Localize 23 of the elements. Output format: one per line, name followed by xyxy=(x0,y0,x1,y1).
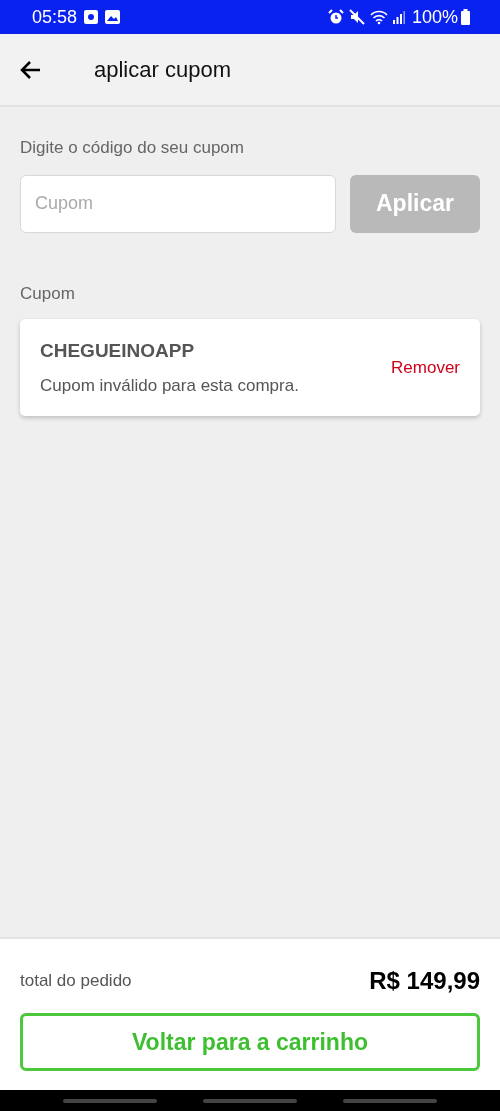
back-to-cart-button[interactable]: Voltar para a carrinho xyxy=(20,1013,480,1071)
back-arrow-icon xyxy=(19,59,41,80)
total-label: total do pedido xyxy=(20,970,132,993)
coupon-code: CHEGUEINOAPP xyxy=(40,338,196,363)
coupon-field-label: Digite o código do seu cupom xyxy=(20,137,245,159)
coupon-section-label: Cupom xyxy=(20,282,76,305)
total-value: R$ 149,99 xyxy=(369,966,480,996)
coupon-error-message: Cupom inválido para esta compra. xyxy=(40,375,299,397)
notification-icon xyxy=(84,10,99,24)
signal-icon xyxy=(392,10,405,24)
nav-handle-icon[interactable] xyxy=(343,1098,437,1103)
nav-handle-icon[interactable] xyxy=(203,1098,297,1103)
page-title: aplicar cupom xyxy=(94,56,231,84)
alarm-clock-icon xyxy=(327,9,344,25)
remove-coupon-button[interactable]: Remover xyxy=(391,354,460,381)
battery-icon xyxy=(461,9,470,25)
wifi-icon xyxy=(369,9,388,25)
mute-icon xyxy=(348,9,365,25)
coupon-input-field[interactable]: Cupom xyxy=(20,174,336,233)
battery-percent: 100% xyxy=(411,5,458,29)
nav-handle-icon[interactable] xyxy=(63,1098,157,1103)
image-icon xyxy=(105,10,121,24)
status-time: 05:58 xyxy=(32,5,78,29)
